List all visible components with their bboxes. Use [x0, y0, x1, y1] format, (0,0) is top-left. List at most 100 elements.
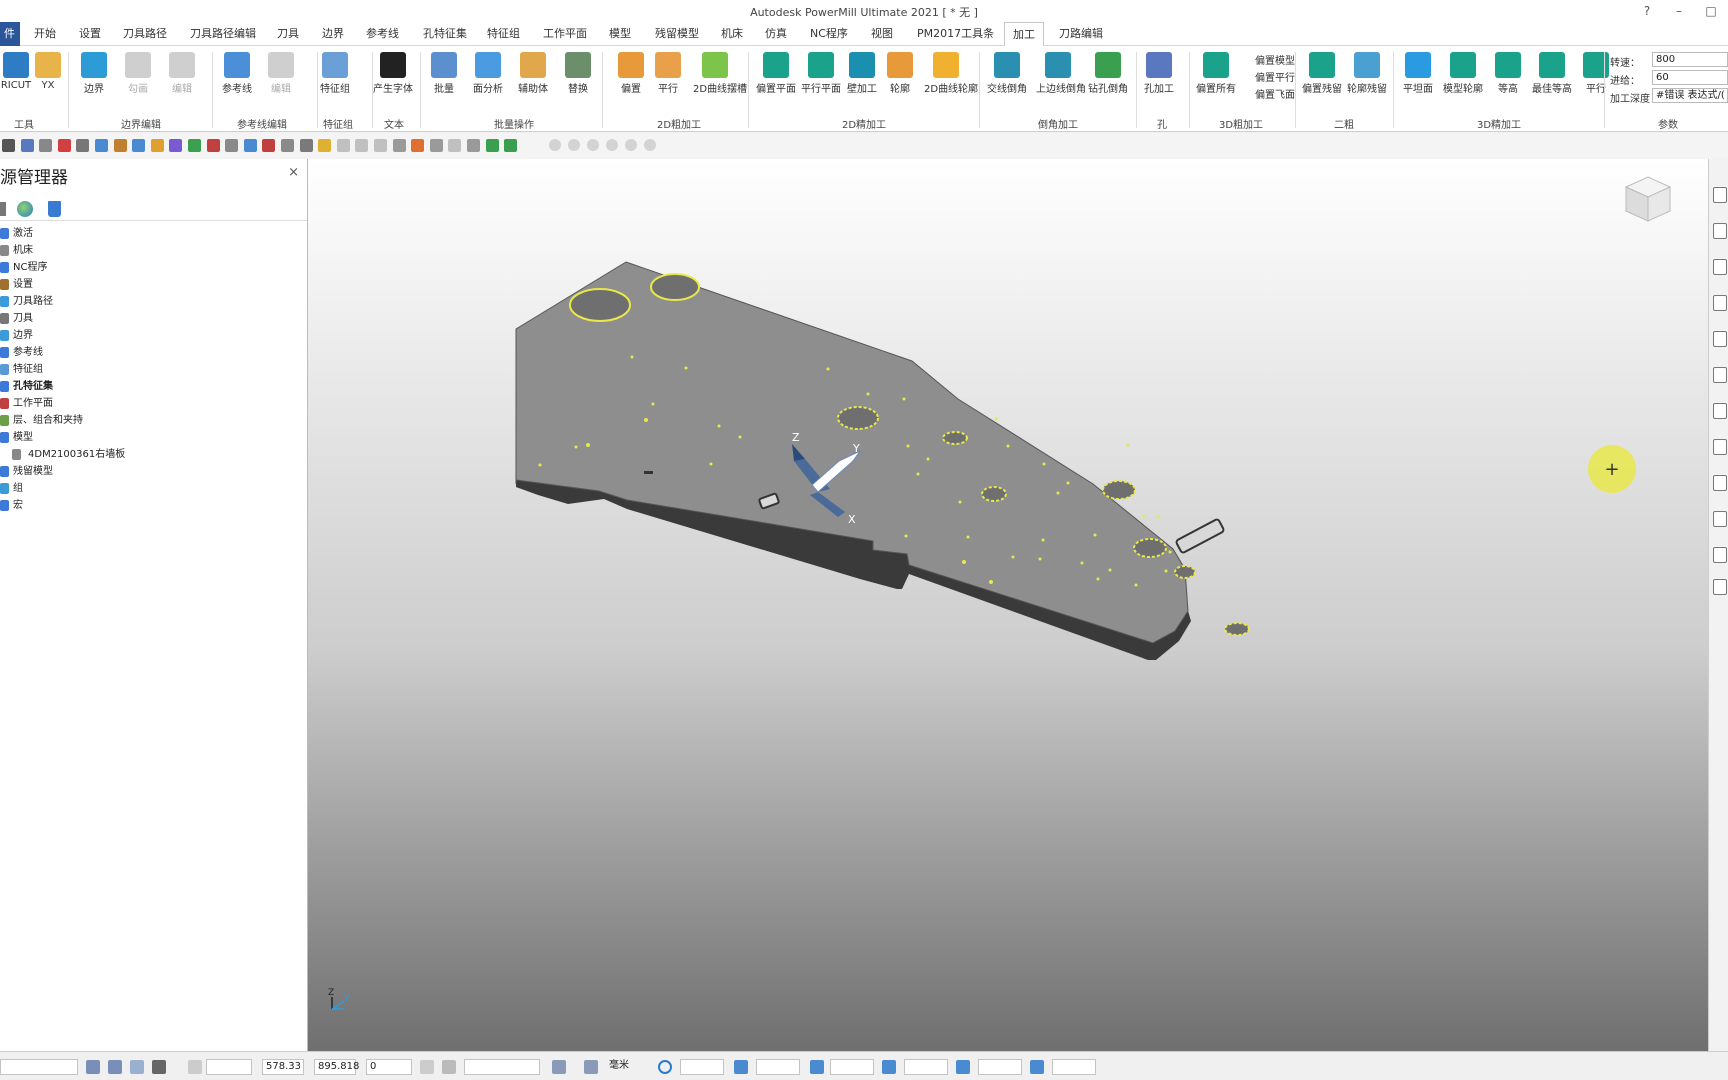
tree-item[interactable]: 参考线 — [0, 344, 307, 361]
quick-tool-icon[interactable] — [336, 139, 350, 152]
quick-tool-icon[interactable] — [392, 139, 406, 152]
quick-tool-icon[interactable] — [20, 139, 34, 152]
view-tool-icon[interactable] — [1713, 511, 1727, 527]
ribbon-button-25[interactable]: 偏置所有 — [1194, 52, 1238, 95]
globe-icon[interactable] — [17, 201, 33, 217]
tab-16[interactable]: PM2017工具条 — [917, 22, 994, 46]
ribbon-button-7[interactable]: 特征组 — [313, 52, 357, 95]
diameter-input[interactable] — [978, 1059, 1022, 1075]
crosshair-icon[interactable] — [658, 1060, 672, 1074]
tree-item[interactable]: 模型 — [0, 429, 307, 446]
tree-item[interactable]: 边界 — [0, 327, 307, 344]
offset-flat-button[interactable]: 偏置飞面 — [1255, 86, 1295, 101]
tab-file[interactable]: 件 — [0, 22, 20, 46]
tool-icon[interactable] — [734, 1060, 748, 1074]
minimize-button[interactable]: – — [1668, 2, 1690, 20]
holder-input[interactable] — [830, 1059, 874, 1075]
view-state-icon[interactable] — [644, 139, 656, 151]
ribbon-button-24[interactable]: 孔加工 — [1137, 52, 1181, 95]
tab-9[interactable]: 工作平面 — [543, 22, 587, 46]
ribbon-button-5[interactable]: 参考线 — [215, 52, 259, 95]
tab-17[interactable]: 加工 — [1004, 22, 1044, 47]
filter-input[interactable] — [904, 1059, 948, 1075]
view-tool-icon[interactable] — [1713, 579, 1727, 595]
ribbon-button-8[interactable]: 产生字体 — [371, 52, 415, 95]
tree-item[interactable]: 工作平面 — [0, 395, 307, 412]
units-icon[interactable] — [584, 1060, 598, 1074]
tab-12[interactable]: 机床 — [721, 22, 743, 46]
tree-item[interactable]: 孔特征集 — [0, 378, 307, 395]
quick-tool-icon[interactable] — [188, 139, 201, 152]
view-tool-icon[interactable] — [1713, 187, 1727, 203]
list-icon[interactable] — [0, 202, 6, 216]
ribbon-button-3[interactable]: 勾画 — [116, 52, 160, 95]
layer-select[interactable] — [0, 1059, 78, 1075]
close-icon[interactable]: × — [288, 165, 299, 180]
ribbon-button-22[interactable]: 上边线倒角 — [1036, 52, 1086, 95]
view-state-icon[interactable] — [568, 139, 580, 151]
offset-model-button[interactable]: 偏置模型 — [1255, 52, 1295, 67]
measure-icon[interactable] — [442, 1060, 456, 1074]
depth-input[interactable]: #错误 表达式/( — [1652, 88, 1728, 103]
quick-tool-icon[interactable] — [206, 139, 220, 152]
view-tool-icon[interactable] — [1713, 547, 1727, 563]
ribbon-button-4[interactable]: 编辑 — [160, 52, 204, 95]
quick-tool-icon[interactable] — [411, 139, 425, 152]
tree-item[interactable]: 刀具 — [0, 310, 307, 327]
spindle-input[interactable]: 800 — [1652, 52, 1728, 67]
ribbon-button-10[interactable]: 面分析 — [466, 52, 510, 95]
tab-11[interactable]: 残留模型 — [655, 22, 699, 46]
tab-6[interactable]: 参考线 — [366, 22, 399, 46]
tree-item[interactable]: 特征组 — [0, 361, 307, 378]
tab-14[interactable]: NC程序 — [810, 22, 848, 46]
ribbon-button-2[interactable]: 边界 — [72, 52, 116, 95]
view-state-icon[interactable] — [606, 139, 618, 151]
quick-tool-icon[interactable] — [113, 139, 127, 152]
ribbon-button-12[interactable]: 替换 — [556, 52, 600, 95]
pick-icon[interactable] — [108, 1060, 122, 1074]
quick-tool-icon[interactable] — [355, 139, 369, 152]
quick-tool-icon[interactable] — [281, 139, 294, 152]
workplane-icon[interactable] — [420, 1060, 434, 1074]
quick-tool-icon[interactable] — [299, 139, 313, 152]
view-cube[interactable] — [1624, 176, 1672, 222]
ribbon-button-15[interactable]: 2D曲线摆槽 — [693, 52, 747, 95]
grid-size-input[interactable] — [206, 1059, 252, 1075]
view-tool-icon[interactable] — [1713, 475, 1727, 491]
ribbon-button-11[interactable]: 辅助体 — [511, 52, 555, 95]
quick-tool-icon[interactable] — [504, 139, 518, 152]
tree-item[interactable]: 刀具路径 — [0, 293, 307, 310]
workplane-select[interactable] — [464, 1059, 540, 1075]
tab-13[interactable]: 仿真 — [765, 22, 787, 46]
ribbon-button-19[interactable]: 轮廓 — [878, 52, 922, 95]
ribbon-button-26[interactable]: 偏置残留 — [1300, 52, 1344, 95]
view-tool-icon[interactable] — [1713, 403, 1727, 419]
quick-tool-icon[interactable] — [169, 139, 183, 152]
quick-tool-icon[interactable] — [132, 139, 146, 152]
tab-7[interactable]: 孔特征集 — [423, 22, 467, 46]
ribbon-button-6[interactable]: 编辑 — [259, 52, 303, 95]
view-tool-icon[interactable] — [1713, 367, 1727, 383]
tab-5[interactable]: 边界 — [322, 22, 344, 46]
quick-tool-icon[interactable] — [485, 139, 499, 152]
quick-tool-icon[interactable] — [57, 139, 71, 152]
tree-item[interactable]: 4DM2100361右墙板 — [0, 446, 307, 463]
quick-tool-icon[interactable] — [243, 139, 257, 152]
view-tool-icon[interactable] — [1713, 295, 1727, 311]
quick-tool-icon[interactable] — [76, 139, 90, 152]
ribbon-button-31[interactable]: 最佳等高 — [1530, 52, 1574, 95]
diameter-icon[interactable] — [956, 1060, 970, 1074]
quick-tool-icon[interactable] — [150, 139, 164, 152]
tab-15[interactable]: 视图 — [871, 22, 893, 46]
tab-18[interactable]: 刀路编辑 — [1059, 22, 1103, 46]
angle-icon[interactable] — [1030, 1060, 1044, 1074]
lock-icon[interactable] — [152, 1060, 166, 1074]
quick-tool-icon[interactable] — [374, 139, 387, 152]
quick-tool-icon[interactable] — [448, 139, 462, 152]
view-tool-icon[interactable] — [1713, 259, 1727, 275]
ribbon-button-1[interactable]: YX — [26, 52, 70, 91]
graphics-viewport[interactable]: Z Y X + Z Y — [308, 159, 1708, 1051]
ribbon-button-21[interactable]: 交线倒角 — [985, 52, 1029, 95]
tab-0[interactable]: 开始 — [34, 22, 56, 46]
tool-input[interactable] — [756, 1059, 800, 1075]
